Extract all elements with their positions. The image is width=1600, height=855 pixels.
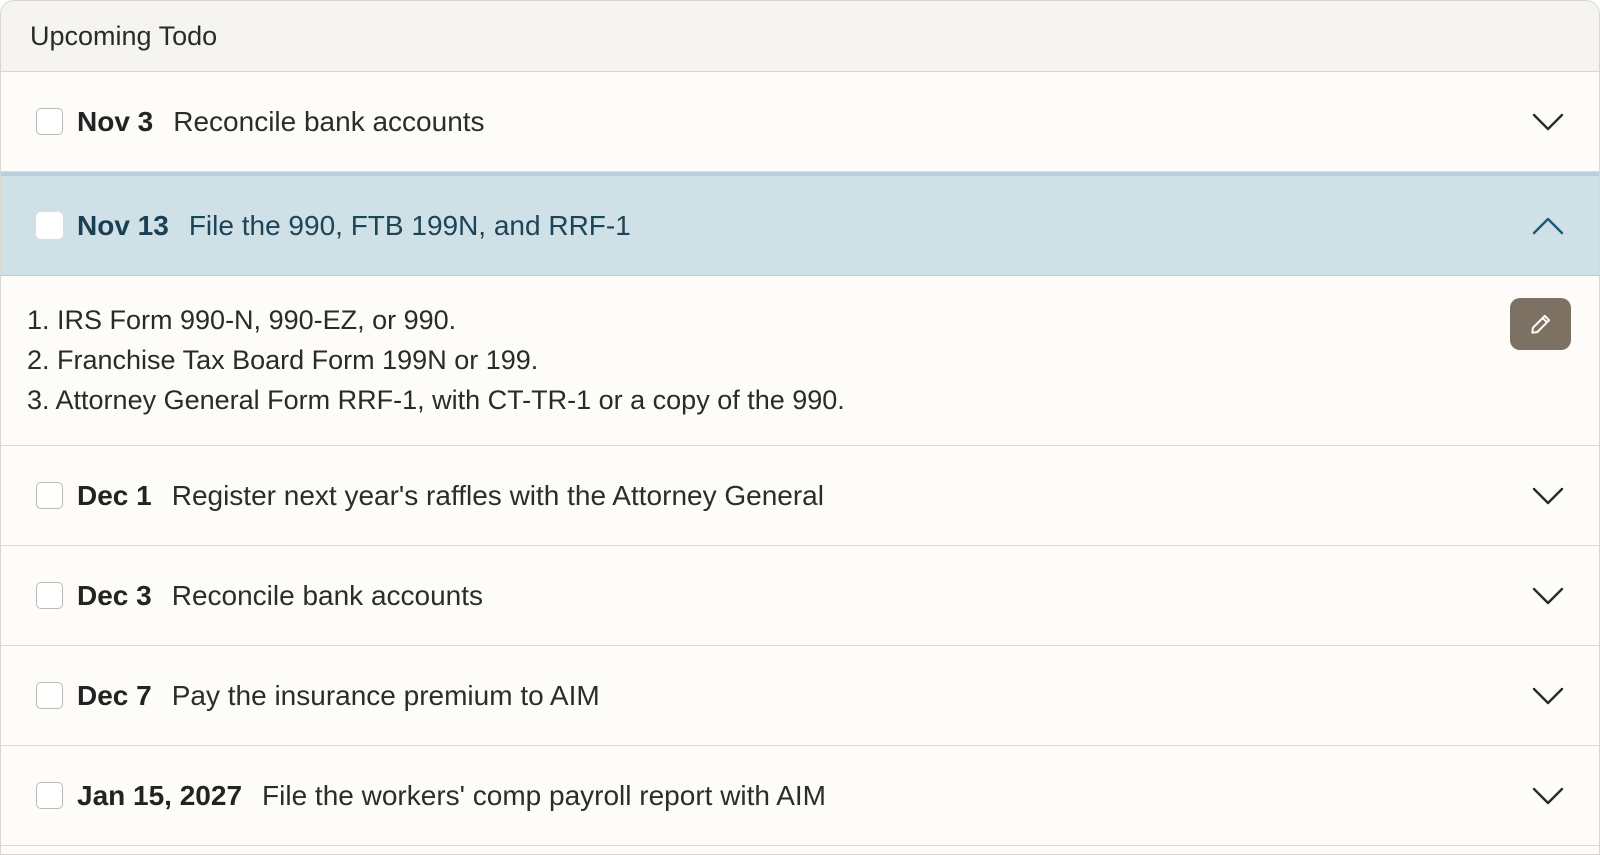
todo-checkbox[interactable]	[36, 108, 63, 135]
details-list: 1. IRS Form 990-N, 990-EZ, or 990. 2. Fr…	[27, 300, 1599, 420]
chevron-down-icon[interactable]	[1531, 479, 1565, 513]
chevron-down-icon[interactable]	[1531, 779, 1565, 813]
todo-date: Dec 1	[77, 479, 152, 511]
todo-date: Nov 13	[77, 209, 169, 241]
todo-title: File the workers' comp payroll report wi…	[262, 779, 827, 811]
details-item: 2. Franchise Tax Board Form 199N or 199.	[27, 345, 539, 375]
todo-date: Jan 15, 2027	[77, 779, 243, 811]
todo-row[interactable]: Nov 3 Reconcile bank accounts	[1, 72, 1599, 172]
chevron-down-icon[interactable]	[1531, 579, 1565, 613]
todo-checkbox[interactable]	[36, 212, 63, 239]
todo-date: Nov 3	[77, 105, 154, 137]
upcoming-todo-card: Upcoming Todo Nov 3 Reconcile bank accou…	[0, 0, 1600, 855]
todo-title: Reconcile bank accounts	[171, 579, 484, 611]
todo-title: File the 990, FTB 199N, and RRF-1	[188, 209, 631, 241]
todo-title: Reconcile bank accounts	[173, 105, 485, 137]
todo-details: 1. IRS Form 990-N, 990-EZ, or 990. 2. Fr…	[1, 276, 1599, 446]
edit-button[interactable]	[1510, 298, 1571, 350]
todo-checkbox[interactable]	[36, 582, 63, 609]
todo-title: Register next year's raffles with the At…	[171, 479, 824, 511]
details-item: 1. IRS Form 990-N, 990-EZ, or 990.	[27, 305, 457, 335]
chevron-up-icon[interactable]	[1531, 209, 1565, 243]
todo-row[interactable]: Dec 1 Register next year's raffles with …	[1, 446, 1599, 546]
card-header: Upcoming Todo	[1, 1, 1599, 72]
todo-row[interactable]: Dec 3 Reconcile bank accounts	[1, 546, 1599, 646]
chevron-down-icon[interactable]	[1531, 679, 1565, 713]
todo-checkbox[interactable]	[36, 682, 63, 709]
todo-row[interactable]: Dec 7 Pay the insurance premium to AIM	[1, 646, 1599, 746]
todo-row[interactable]: Jan 15, 2027 File the workers' comp payr…	[1, 746, 1599, 846]
pencil-icon	[1530, 314, 1550, 334]
todo-date: Dec 3	[77, 579, 152, 611]
todo-checkbox[interactable]	[36, 482, 63, 509]
details-item: 3. Attorney General Form RRF-1, with CT-…	[27, 385, 845, 415]
chevron-down-icon[interactable]	[1531, 105, 1565, 139]
todo-title: Pay the insurance premium to AIM	[171, 679, 600, 711]
todo-checkbox[interactable]	[36, 782, 63, 809]
card-title: Upcoming Todo	[30, 20, 218, 51]
todo-row-expanded[interactable]: Nov 13 File the 990, FTB 199N, and RRF-1	[1, 172, 1599, 276]
todo-date: Dec 7	[77, 679, 152, 711]
